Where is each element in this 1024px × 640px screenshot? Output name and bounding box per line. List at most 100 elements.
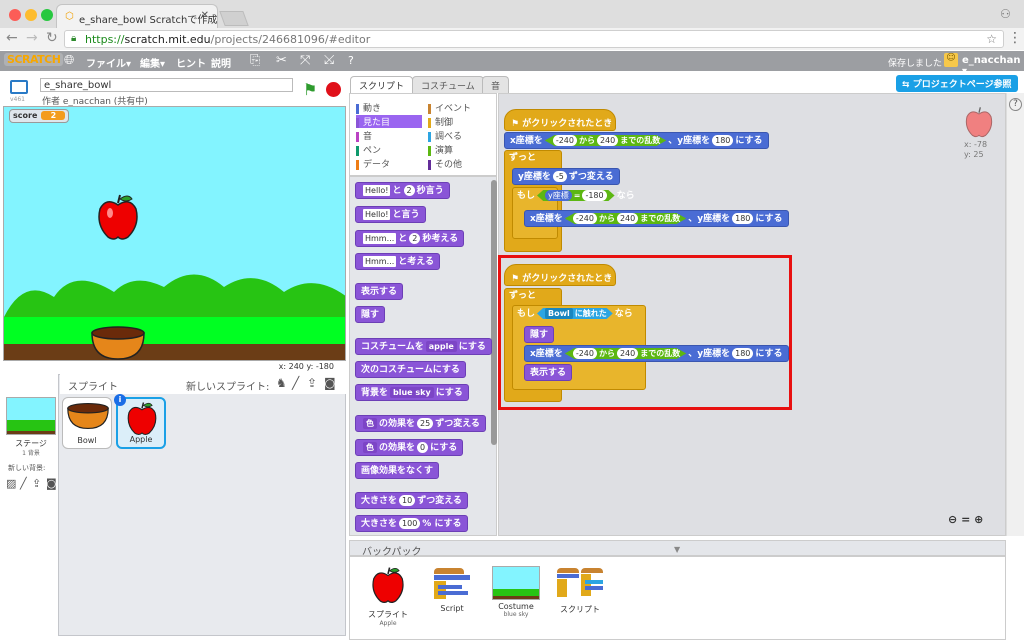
category-pen[interactable]: ペン <box>356 143 381 156</box>
browser-tab-active[interactable]: ⬡ e_share_bowl Scratchで作成 ✕ <box>56 4 218 28</box>
script1-if-goto-random[interactable]: x座標を -240 から 240 までの乱数 、y座標を 180 にする <box>524 210 789 227</box>
maximize-window-button[interactable] <box>41 9 53 21</box>
block-think-for-secs[interactable]: Hmm... と 2 秒考える <box>355 230 465 247</box>
delete-tool-icon[interactable]: ✂ <box>276 53 287 68</box>
script1-when-flag-hat[interactable]: ⚑ がクリックされたとき <box>504 109 616 131</box>
block-next-costume[interactable]: 次のコスチュームにする <box>355 361 466 378</box>
tab-title: e_share_bowl Scratchで作成 <box>79 15 218 26</box>
upload-backdrop-icon[interactable]: ⇪ <box>32 477 41 490</box>
upload-sprite-icon[interactable]: ⇪ <box>307 376 317 390</box>
apple-thumbnail <box>372 567 404 604</box>
block-change-effect[interactable]: 色の効果を 25 ずつ変える <box>355 415 486 432</box>
zoom-in-icon[interactable]: ⊕ <box>974 513 983 526</box>
block-set-effect[interactable]: 色の効果を 0 にする <box>355 439 464 456</box>
sprite-panel-title: スプライト <box>68 382 118 393</box>
menu-about[interactable]: 説明 <box>211 55 231 70</box>
duplicate-tool-icon[interactable]: ⎘ <box>250 53 260 68</box>
shrink-tool-icon[interactable]: ⤩ <box>324 53 334 68</box>
camera-backdrop-icon[interactable]: ◙ <box>46 477 57 490</box>
browser-menu-icon[interactable]: ⋮ <box>1008 30 1022 46</box>
block-think[interactable]: Hmm... と考える <box>355 253 440 270</box>
backpack-item-costume[interactable]: Costume blue sky <box>488 566 544 618</box>
script1-change-y[interactable]: y座標を -5 ずつ変える <box>512 168 620 185</box>
menu-hints[interactable]: ヒント <box>176 55 206 70</box>
sprite-info-icon[interactable]: i <box>114 394 126 406</box>
category-sensing[interactable]: 調べる <box>428 129 462 142</box>
bookmark-star-icon[interactable]: ☆ <box>986 32 997 46</box>
close-tab-icon[interactable]: ✕ <box>201 10 209 21</box>
choose-backdrop-icon[interactable]: ▨ <box>6 477 16 490</box>
block-change-size[interactable]: 大きさを 10 ずつ変える <box>355 492 468 509</box>
block-switch-costume[interactable]: コスチュームを apple にする <box>355 338 492 355</box>
score-label: score <box>13 111 38 120</box>
back-arrow-icon[interactable]: ← <box>6 30 18 46</box>
bowl-thumbnail <box>67 402 109 430</box>
block-say[interactable]: Hello! と言う <box>355 206 426 223</box>
close-window-button[interactable] <box>9 9 21 21</box>
minimize-window-button[interactable] <box>25 9 37 21</box>
tab-sounds[interactable]: 音 <box>482 76 510 93</box>
current-sprite-icon <box>965 107 993 138</box>
block-hide[interactable]: 隠す <box>355 306 386 323</box>
forward-arrow-icon[interactable]: → <box>26 30 38 46</box>
backpack-item-sprite[interactable]: スプライト Apple <box>360 566 416 627</box>
stage-canvas[interactable]: score 2 <box>3 106 346 361</box>
category-motion[interactable]: 動き <box>356 101 381 114</box>
paint-sprite-icon[interactable]: ╱ <box>292 376 299 390</box>
apple-sprite[interactable] <box>96 193 140 241</box>
choose-sprite-icon[interactable]: ♞ <box>276 376 287 390</box>
category-control[interactable]: 制御 <box>428 115 453 128</box>
palette-scrollbar[interactable] <box>491 180 497 445</box>
menu-file[interactable]: ファイル▾ <box>86 55 131 70</box>
block-say-for-secs[interactable]: Hello! と 2 秒言う <box>355 182 450 199</box>
see-project-page-button[interactable]: ⇆ プロジェクトページ参照 <box>896 75 1018 92</box>
stage-thumbnail[interactable] <box>6 397 56 435</box>
tab-costumes[interactable]: コスチューム <box>412 76 484 93</box>
grow-tool-icon[interactable]: ⤧ <box>300 53 310 68</box>
help-icon[interactable]: ? <box>1009 98 1022 111</box>
browser-profile-icon[interactable]: ⚇ <box>1000 7 1011 21</box>
user-menu[interactable]: e_nacchan ▾ <box>962 55 1024 77</box>
green-flag-icon[interactable]: ⚑ <box>303 80 317 99</box>
paint-backdrop-icon[interactable]: ╱ <box>20 477 27 490</box>
category-events[interactable]: イベント <box>428 101 471 114</box>
block-show[interactable]: 表示する <box>355 283 404 300</box>
address-bar[interactable]: 🔒︎ https://scratch.mit.edu/projects/2466… <box>64 30 1004 48</box>
block-clear-effects[interactable]: 画像効果をなくす <box>355 462 440 479</box>
scratch-favicon-icon: ⬡ <box>65 11 74 22</box>
scratch-logo[interactable]: SCRATCH <box>4 53 64 66</box>
help-tool-icon[interactable]: ? <box>348 54 354 67</box>
project-title-input[interactable] <box>40 78 293 92</box>
zoom-reset-icon[interactable]: = <box>961 513 970 526</box>
script1-goto-random[interactable]: x座標を -240 から 240 までの乱数 、y座標を 180 にする <box>504 132 769 149</box>
category-more[interactable]: その他 <box>428 157 462 170</box>
backpack-item-scripts[interactable]: スクリプト <box>552 566 608 615</box>
camera-sprite-icon[interactable]: ◙ <box>324 376 336 390</box>
presentation-mode-icon[interactable] <box>10 80 28 94</box>
stage-backdrop-count: 1 背景 <box>22 450 40 457</box>
block-switch-backdrop[interactable]: 背景を blue sky にする <box>355 384 469 401</box>
block-set-size[interactable]: 大きさを 100% にする <box>355 515 468 532</box>
sprite-name: Apple <box>129 435 153 444</box>
score-monitor[interactable]: score 2 <box>9 109 70 123</box>
costume-thumbnail <box>492 566 540 600</box>
menu-edit[interactable]: 編集▾ <box>140 55 165 70</box>
category-operators[interactable]: 演算 <box>428 143 453 156</box>
highlight-annotation-box <box>498 255 792 410</box>
category-data[interactable]: データ <box>356 157 390 170</box>
script-thumbnail <box>432 566 472 602</box>
sprite-card-bowl[interactable]: Bowl <box>62 397 112 449</box>
new-tab-button[interactable] <box>219 11 249 26</box>
zoom-out-icon[interactable]: ⊖ <box>948 513 957 526</box>
tab-scripts[interactable]: スクリプト <box>350 76 414 93</box>
stop-button[interactable] <box>326 82 341 97</box>
backpack-item-script[interactable]: Script <box>424 566 480 613</box>
category-looks[interactable]: 見た目 <box>356 115 422 128</box>
version-label: v461 <box>10 96 26 103</box>
category-sound[interactable]: 音 <box>356 129 372 142</box>
bowl-sprite[interactable] <box>90 325 146 361</box>
sprite-name: Bowl <box>77 436 97 445</box>
reload-icon[interactable]: ↻ <box>46 30 58 46</box>
language-globe-icon[interactable]: 🌐︎ <box>64 53 74 68</box>
backpack-toggle-icon[interactable]: ▼ <box>674 545 680 554</box>
